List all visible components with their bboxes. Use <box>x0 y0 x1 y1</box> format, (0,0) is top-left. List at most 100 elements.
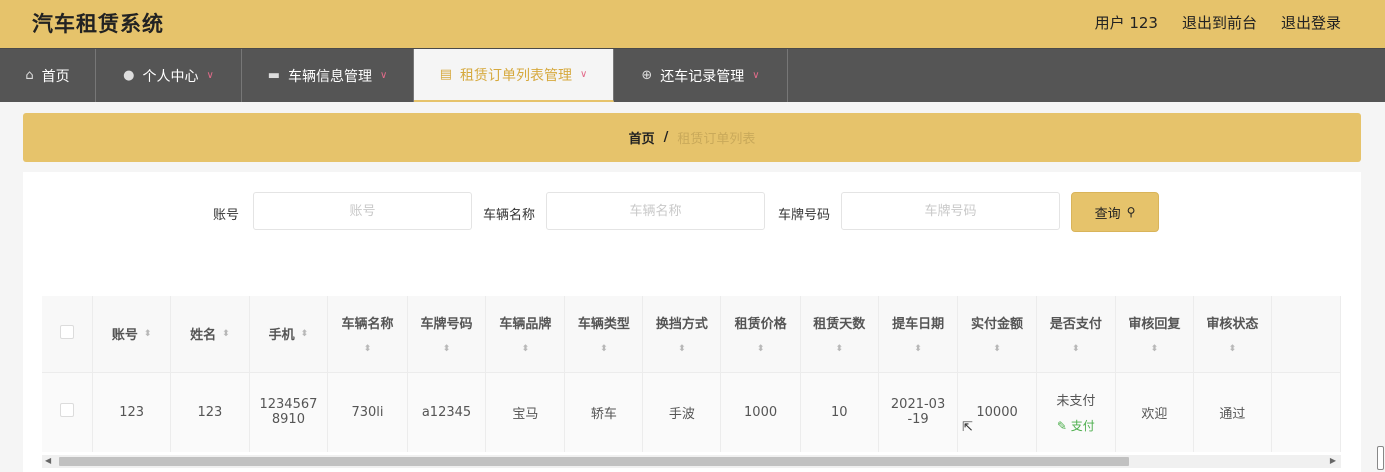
column-header[interactable]: 换挡方式 ⬍ <box>642 296 722 373</box>
sort-icon: ⬍ <box>756 344 765 355</box>
column-header[interactable]: 手机 ⬍ <box>249 296 329 373</box>
sort-icon: ⬍ <box>300 328 309 339</box>
main-panel: 账号 车辆名称 车牌号码 查询 ⚲ 账号⬍ 姓名⬍ 手 <box>23 172 1361 472</box>
cell-vehicle-name: 730li <box>327 372 408 452</box>
cell-days: 10 <box>800 372 879 452</box>
logout-link[interactable]: 退出登录 <box>1281 12 1341 33</box>
column-header[interactable]: 实付金额 ⬍ <box>957 296 1037 373</box>
cell-actions <box>1271 372 1341 452</box>
cell-phone: 1234567 8910 <box>249 372 329 452</box>
column-header[interactable]: 姓名 ⬍ <box>170 296 250 373</box>
vehicle-name-input[interactable] <box>546 192 765 230</box>
column-label: 车辆类型 <box>577 317 630 333</box>
select-all-cell <box>42 296 94 373</box>
sort-icon: ⬍ <box>600 344 608 355</box>
sort-icon: ⬍ <box>1228 344 1237 355</box>
phone-line-1: 1234567 <box>259 397 318 413</box>
mouse-cursor-icon: ⇱ <box>962 420 973 435</box>
nav-item-personal[interactable]: ● 个人中心 ∨ <box>96 49 242 102</box>
column-label: 租赁价格 <box>734 317 787 333</box>
nav-label: 首页 <box>41 68 70 85</box>
chevron-down-icon: ∨ <box>752 70 760 81</box>
nav-label: 个人中心 <box>142 68 199 85</box>
phone-line-2: 8910 <box>271 412 305 428</box>
plate-input[interactable] <box>841 192 1060 230</box>
cell-date: 2021-03 -19 <box>878 372 959 452</box>
select-all-checkbox[interactable] <box>60 324 74 339</box>
row-checkbox[interactable] <box>60 403 74 418</box>
column-label: 车辆名称 <box>341 317 394 333</box>
search-icon: ⚲ <box>1126 205 1136 219</box>
column-header[interactable]: 租赁天数 ⬍ <box>800 296 879 373</box>
user-icon: ● <box>123 68 135 83</box>
sort-icon: ⬍ <box>993 344 1001 355</box>
horizontal-scrollbar[interactable]: ◀ ▶ <box>42 455 1341 468</box>
column-label: 换挡方式 <box>655 317 708 333</box>
nav-item-returns[interactable]: ⊕ 还车记录管理 ∨ <box>614 49 788 102</box>
column-label: 实付金额 <box>971 317 1024 333</box>
nav-item-vehicle[interactable]: ▬ 车辆信息管理 ∨ <box>242 49 414 102</box>
column-label: 手机 <box>268 328 295 344</box>
search-form: 账号 车辆名称 车牌号码 查询 ⚲ <box>23 192 1361 232</box>
column-label: 是否支付 <box>1049 317 1102 333</box>
cell-type: 轿车 <box>564 372 644 452</box>
column-header[interactable]: 车辆类型 ⬍ <box>564 296 644 373</box>
cell-gear: 手波 <box>642 372 722 452</box>
cell-price: 1000 <box>720 372 801 452</box>
date-line-2: -19 <box>907 412 929 428</box>
user-label: 用户 123 <box>1094 14 1158 32</box>
column-header[interactable]: 审核回复 ⬍ <box>1115 296 1194 373</box>
column-header[interactable]: 租赁价格 ⬍ <box>720 296 801 373</box>
orders-table: 账号 ⬍ 姓名 ⬍ 手机 ⬍ 车辆名称 ⬍ 车牌号码 ⬍ 车辆品牌 ⬍ 车辆类型 ⬍ 换挡方式… <box>42 296 1341 472</box>
column-header[interactable]: 账号 ⬍ <box>92 296 172 373</box>
query-button[interactable]: 查询 ⚲ <box>1071 192 1159 232</box>
column-label: 审核回复 <box>1128 317 1181 333</box>
nav-label: 车辆信息管理 <box>287 68 372 85</box>
scrollbar-thumb[interactable] <box>59 457 1129 466</box>
vertical-scroll-handle[interactable] <box>1377 446 1384 470</box>
chevron-down-icon: ∨ <box>379 70 388 81</box>
column-header[interactable]: 审核状态 ⬍ <box>1193 296 1272 373</box>
date-line-1: 2021-03 <box>890 397 946 413</box>
header-links: 用户 123 退出到前台 退出登录 <box>1095 12 1341 33</box>
account-input[interactable] <box>253 192 472 230</box>
compass-icon: ⊕ <box>641 68 653 83</box>
front-link[interactable]: 退出到前台 <box>1182 12 1257 33</box>
table-row[interactable]: 123 123 1234567 8910 730li a12345 宝马 轿车 手… <box>42 372 1341 452</box>
table-header-row: 账号 ⬍ 姓名 ⬍ 手机 ⬍ 车辆名称 ⬍ 车牌号码 ⬍ 车辆品牌 ⬍ 车辆类型 ⬍ 换挡方式… <box>42 296 1341 373</box>
column-label: 审核状态 <box>1206 317 1259 333</box>
column-header[interactable]: 车辆品牌 ⬍ <box>485 296 566 373</box>
nav-item-orders[interactable]: ▤ 租赁订单列表管理 ∨ <box>414 49 614 102</box>
pay-button[interactable]: ✎ 支付 <box>1041 417 1111 434</box>
scroll-right-icon[interactable]: ▶ <box>1330 456 1336 465</box>
column-label: 车牌号码 <box>420 317 473 333</box>
nav-item-home[interactable]: ⌂ 首页 <box>0 49 96 102</box>
column-header[interactable]: 提车日期 ⬍ <box>878 296 959 373</box>
briefcase-icon: ▬ <box>267 68 280 83</box>
column-label: 车辆品牌 <box>499 317 552 333</box>
clipboard-icon: ▤ <box>439 67 452 82</box>
breadcrumb: 首页 / 租赁订单列表 <box>23 113 1361 162</box>
edit-icon: ✎ <box>1056 419 1067 434</box>
chevron-down-icon: ∨ <box>579 69 588 80</box>
nav-bar: ⌂ 首页 ● 个人中心 ∨ ▬ 车辆信息管理 ∨ ▤ 租赁订单列表管理 ∨ ⊕ … <box>0 48 1385 102</box>
column-header[interactable]: 是否支付 ⬍ <box>1036 296 1116 373</box>
actions-header <box>1271 296 1341 373</box>
cell-review-status: 通过 <box>1193 372 1272 452</box>
scroll-left-icon[interactable]: ◀ <box>45 456 51 465</box>
account-label: 账号 <box>213 208 240 223</box>
breadcrumb-separator: / <box>663 130 669 145</box>
cell-account: 123 <box>92 372 172 452</box>
pay-button-label: 支付 <box>1070 419 1095 434</box>
plate-label: 车牌号码 <box>778 208 831 223</box>
sort-icon: ⬍ <box>363 344 372 355</box>
column-label: 姓名 <box>190 328 217 344</box>
breadcrumb-home[interactable]: 首页 <box>629 128 655 147</box>
chevron-down-icon: ∨ <box>206 70 214 81</box>
column-header[interactable]: 车牌号码 ⬍ <box>407 296 487 373</box>
sort-icon: ⬍ <box>1150 344 1159 355</box>
sort-icon: ⬍ <box>835 344 844 355</box>
cell-paid-amount: 10000 <box>957 372 1037 452</box>
column-header[interactable]: 车辆名称 ⬍ <box>327 296 408 373</box>
cell-plate: a12345 <box>407 372 487 452</box>
